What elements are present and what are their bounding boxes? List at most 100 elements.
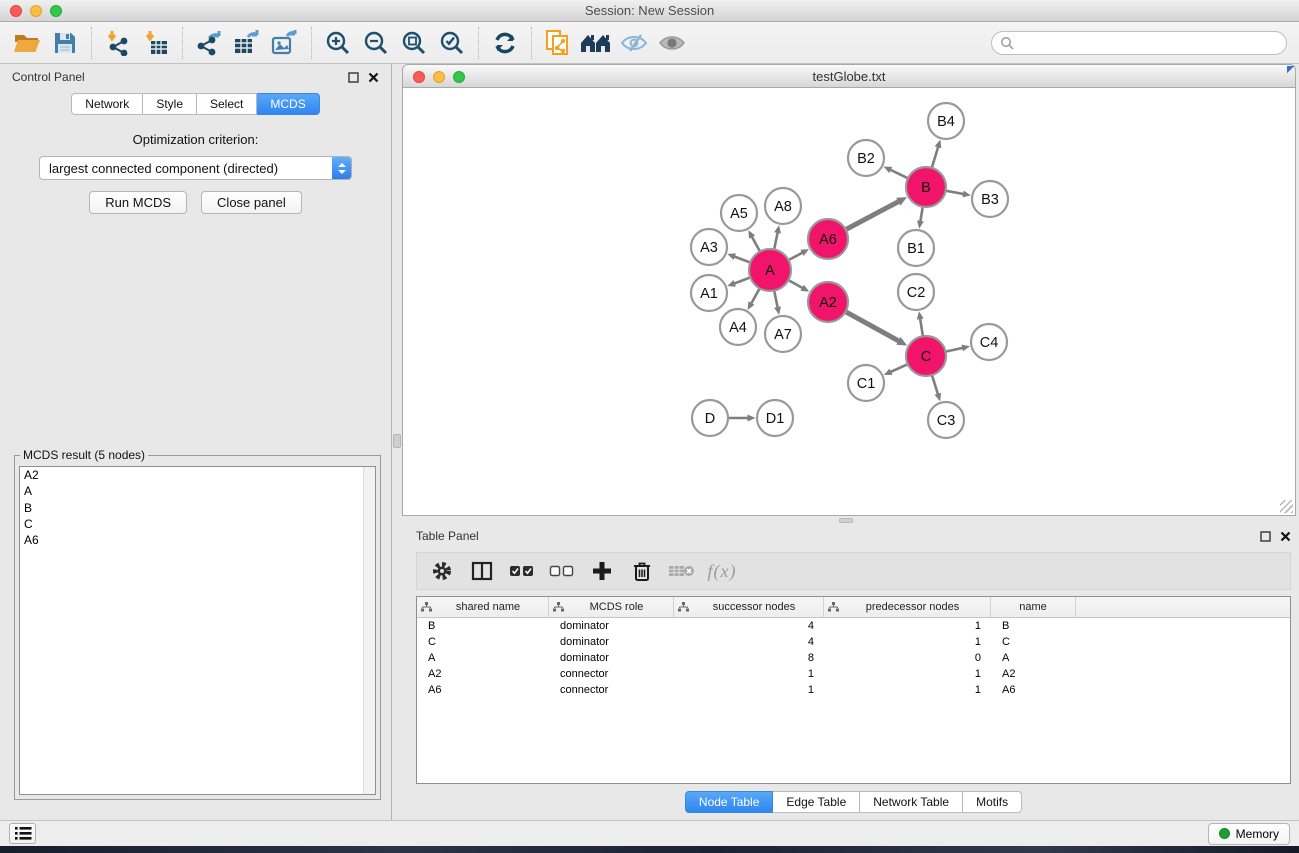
network-edge-B-B2[interactable] — [890, 170, 908, 179]
cell-successor-nodes[interactable]: 8 — [674, 650, 824, 666]
tab-mcds[interactable]: MCDS — [257, 93, 319, 115]
search-field[interactable] — [991, 31, 1287, 55]
zoom-window-button[interactable] — [50, 5, 62, 17]
network-node-A1[interactable]: A1 — [691, 275, 727, 311]
network-edge-A-A1[interactable] — [734, 277, 750, 283]
run-mcds-button[interactable]: Run MCDS — [89, 191, 187, 214]
delete-table-button[interactable] — [667, 556, 697, 586]
cell-mcds-role[interactable]: dominator — [549, 634, 674, 650]
table-settings-button[interactable] — [427, 556, 457, 586]
mcds-result-item[interactable]: C — [20, 516, 375, 532]
add-column-button[interactable] — [587, 556, 617, 586]
cell-mcds-role[interactable]: connector — [549, 666, 674, 682]
refresh-view-button[interactable] — [488, 26, 522, 60]
mcds-result-item[interactable]: A6 — [20, 532, 375, 548]
float-panel-icon[interactable] — [348, 72, 359, 83]
close-panel-icon[interactable] — [1280, 531, 1291, 542]
network-node-A8[interactable]: A8 — [765, 188, 801, 224]
cell-name[interactable]: A6 — [991, 682, 1076, 698]
table-row[interactable]: Cdominator41C — [417, 634, 1290, 650]
close-window-button[interactable] — [10, 5, 22, 17]
cell-successor-nodes[interactable]: 1 — [674, 666, 824, 682]
table-row[interactable]: A2connector11A2 — [417, 666, 1290, 682]
network-node-C2[interactable]: C2 — [898, 274, 934, 310]
cell-name[interactable]: C — [991, 634, 1076, 650]
horizontal-splitter-handle[interactable] — [839, 518, 853, 523]
network-window-titlebar[interactable]: testGlobe.txt — [402, 64, 1296, 88]
home-button[interactable] — [579, 26, 613, 60]
network-node-B1[interactable]: B1 — [898, 230, 934, 266]
column-header-shared-name[interactable]: shared name — [417, 597, 549, 617]
network-edge-C-C4[interactable] — [946, 348, 963, 352]
network-node-A3[interactable]: A3 — [691, 229, 727, 265]
mcds-result-item[interactable]: A2 — [20, 467, 375, 483]
optimization-criterion-dropdown[interactable]: largest connected component (directed) — [39, 156, 352, 180]
network-edge-A2-C[interactable] — [846, 312, 899, 341]
tab-motifs[interactable]: Motifs — [963, 791, 1022, 813]
cell-name[interactable]: B — [991, 618, 1076, 634]
search-input[interactable] — [1019, 33, 1286, 53]
show-columns-button[interactable] — [467, 556, 497, 586]
cell-shared-name[interactable]: A — [417, 650, 549, 666]
column-header-mcds-role[interactable]: MCDS role — [549, 597, 674, 617]
tab-node-table[interactable]: Node Table — [685, 791, 774, 813]
network-edge-B-B3[interactable] — [946, 191, 964, 194]
network-node-C[interactable]: C — [906, 336, 946, 376]
column-header-successor-nodes[interactable]: successor nodes — [674, 597, 824, 617]
tab-select[interactable]: Select — [197, 93, 257, 115]
zoom-out-button[interactable] — [359, 26, 393, 60]
table-row[interactable]: Adominator80A — [417, 650, 1290, 666]
show-details-button[interactable] — [655, 26, 689, 60]
network-edge-C-C3[interactable] — [932, 375, 938, 394]
network-edge-A-A4[interactable] — [751, 288, 760, 303]
network-node-B4[interactable]: B4 — [928, 103, 964, 139]
network-edge-A-A7[interactable] — [774, 291, 777, 308]
cell-predecessor-nodes[interactable]: 1 — [824, 682, 991, 698]
network-canvas[interactable]: B4B2BB3A5A8A6A3B1AA1C2A2A4A7C4CC1DD1C3 — [402, 88, 1296, 516]
hide-details-button[interactable] — [617, 26, 651, 60]
cell-shared-name[interactable]: A6 — [417, 682, 549, 698]
tab-network-table[interactable]: Network Table — [860, 791, 963, 813]
delete-column-button[interactable] — [627, 556, 657, 586]
cell-predecessor-nodes[interactable]: 0 — [824, 650, 991, 666]
cell-mcds-role[interactable]: dominator — [549, 650, 674, 666]
network-node-B2[interactable]: B2 — [848, 140, 884, 176]
network-node-B[interactable]: B — [906, 167, 946, 207]
tab-edge-table[interactable]: Edge Table — [773, 791, 860, 813]
cell-predecessor-nodes[interactable]: 1 — [824, 666, 991, 682]
network-edge-A-A2[interactable] — [788, 280, 802, 288]
zoom-in-button[interactable] — [321, 26, 355, 60]
close-panel-button[interactable]: Close panel — [201, 191, 302, 214]
zoom-fit-button[interactable] — [397, 26, 431, 60]
zoom-selected-button[interactable] — [435, 26, 469, 60]
close-panel-icon[interactable] — [368, 72, 379, 83]
network-edge-C-C1[interactable] — [891, 364, 908, 372]
export-table-button[interactable] — [230, 26, 264, 60]
network-node-A2[interactable]: A2 — [808, 282, 848, 322]
network-node-A5[interactable]: A5 — [721, 195, 757, 231]
cell-successor-nodes[interactable]: 4 — [674, 634, 824, 650]
zoom-view-button[interactable] — [453, 71, 465, 83]
resize-corner-indicator[interactable] — [1287, 66, 1294, 73]
table-row[interactable]: A6connector11A6 — [417, 682, 1290, 698]
cell-shared-name[interactable]: A2 — [417, 666, 549, 682]
network-document-button[interactable] — [541, 26, 575, 60]
resize-grip-icon[interactable] — [1280, 500, 1293, 513]
cell-name[interactable]: A2 — [991, 666, 1076, 682]
network-node-C1[interactable]: C1 — [848, 365, 884, 401]
import-table-button[interactable] — [139, 26, 173, 60]
network-edge-A6-B[interactable] — [846, 202, 899, 230]
network-graph[interactable]: B4B2BB3A5A8A6A3B1AA1C2A2A4A7C4CC1DD1C3 — [403, 88, 1295, 516]
close-view-button[interactable] — [413, 71, 425, 83]
tab-style[interactable]: Style — [143, 93, 197, 115]
column-header-name[interactable]: name — [991, 597, 1076, 617]
network-node-A[interactable]: A — [749, 249, 791, 291]
vertical-splitter-handle[interactable] — [393, 434, 401, 448]
network-node-D[interactable]: D — [692, 400, 728, 436]
network-edge-C-C2[interactable] — [920, 319, 923, 337]
network-edge-A-A8[interactable] — [774, 232, 777, 249]
cell-shared-name[interactable]: B — [417, 618, 549, 634]
minimize-window-button[interactable] — [30, 5, 42, 17]
task-history-button[interactable] — [9, 823, 36, 844]
cell-predecessor-nodes[interactable]: 1 — [824, 634, 991, 650]
